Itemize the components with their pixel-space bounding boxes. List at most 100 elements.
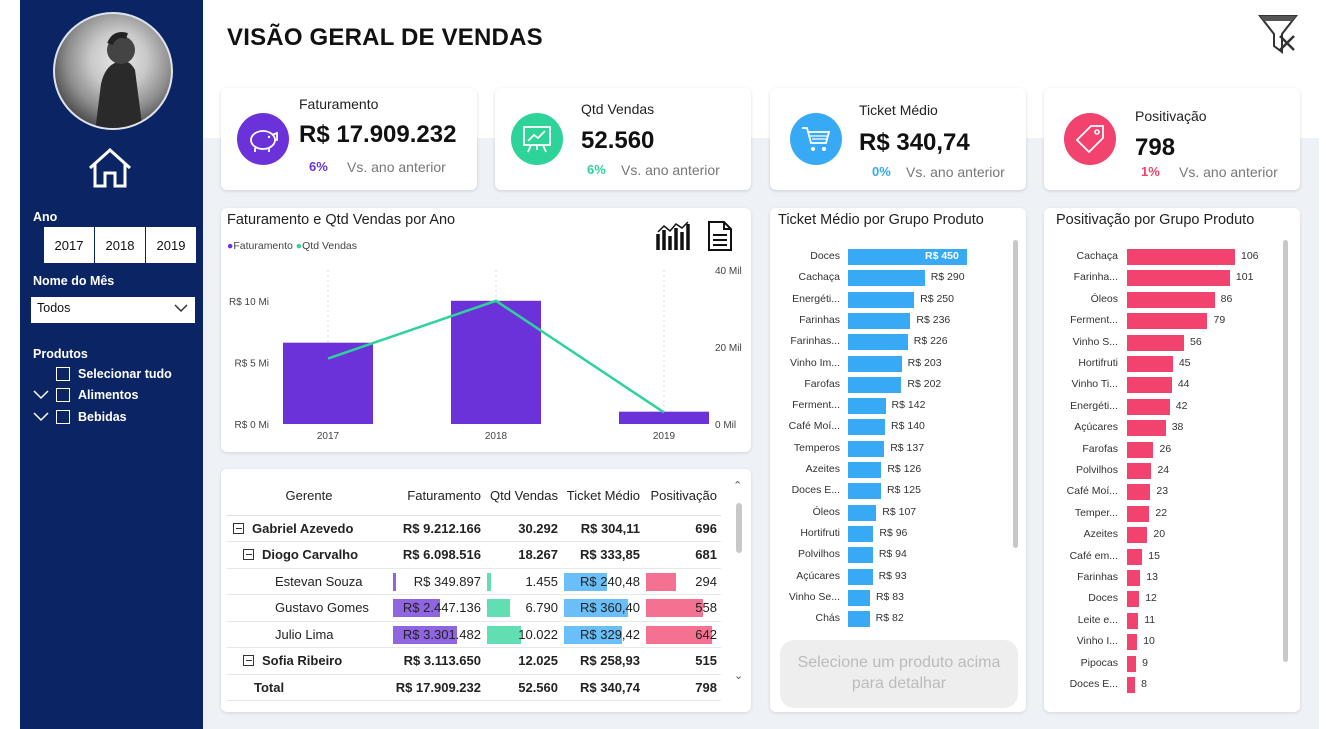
bar[interactable] — [848, 291, 915, 308]
tree-select-all[interactable]: Selecionar tudo — [56, 367, 172, 381]
year-2018-button[interactable]: 2018 — [95, 227, 146, 263]
table-row[interactable]: Sofia Ribeiro R$ 3.113.650 12.025 R$ 258,93… — [227, 647, 721, 675]
bar[interactable] — [1127, 420, 1166, 437]
bar[interactable] — [1127, 612, 1139, 629]
ticket-medio-chart: Ticket Médio por Grupo Produto Doces R$ 4… — [770, 208, 1026, 712]
table-row[interactable]: Diogo Carvalho R$ 6.098.516 18.267 R$ 333,8… — [227, 541, 721, 569]
bar-category-label: Azeites — [805, 463, 840, 475]
bar-category-label: Farinhas — [1077, 571, 1118, 583]
bar[interactable] — [848, 483, 882, 500]
header-ticket-medio[interactable]: Ticket Médio — [562, 477, 644, 516]
bar[interactable] — [1127, 548, 1143, 565]
kpi-label: Qtd Vendas — [581, 101, 655, 117]
bar[interactable] — [1127, 249, 1235, 265]
bar-category-label: Energéti... — [792, 292, 840, 305]
table-scrollbar[interactable] — [736, 503, 742, 553]
bar-value-label: R$ 82 — [875, 612, 904, 625]
bar-category-label: Ferment... — [792, 399, 840, 412]
tree-alimentos[interactable]: Alimentos — [33, 388, 138, 402]
chevron-down-icon[interactable] — [33, 389, 49, 401]
month-value: Todos — [37, 301, 71, 315]
cell-value: R$ 6.098.516 — [402, 547, 481, 563]
bar[interactable] — [1127, 356, 1173, 372]
bar[interactable] — [848, 504, 877, 521]
bar[interactable] — [848, 398, 886, 415]
bar[interactable] — [1127, 591, 1140, 608]
home-icon[interactable] — [86, 146, 134, 190]
bar-value-label: 79 — [1213, 314, 1226, 327]
bar[interactable] — [1127, 527, 1148, 544]
table-row[interactable]: Gabriel Azevedo R$ 9.212.166 30.292 R$ 304,… — [227, 515, 721, 542]
bar[interactable] — [1127, 313, 1208, 330]
bar[interactable] — [848, 376, 902, 393]
year-2019-button[interactable]: 2019 — [146, 227, 197, 263]
bar[interactable] — [1127, 291, 1215, 308]
bar-category-label: Açúcares — [1074, 421, 1118, 434]
scroll-up-icon[interactable]: ⌃ — [733, 479, 742, 492]
bar[interactable] — [1127, 484, 1151, 501]
bar[interactable] — [848, 589, 870, 606]
bar[interactable] — [1127, 463, 1152, 479]
header-positivacao[interactable]: Positivação — [644, 477, 721, 516]
bar[interactable] — [848, 547, 873, 564]
bar[interactable] — [848, 270, 925, 287]
bar[interactable] — [848, 334, 908, 351]
ticket-scrollbar[interactable] — [1013, 240, 1018, 548]
scroll-down-icon[interactable]: ⌄ — [734, 669, 743, 682]
bar[interactable] — [1127, 441, 1154, 458]
data-bar — [646, 572, 677, 591]
bar[interactable] — [848, 355, 902, 372]
tree-bebidas[interactable]: Bebidas — [33, 410, 127, 424]
faturamento-qtd-chart: Faturamento e Qtd Vendas por Ano ●Fatura… — [221, 208, 751, 452]
bar[interactable] — [1127, 377, 1172, 394]
collapse-icon[interactable] — [243, 549, 254, 561]
data-bar — [393, 572, 396, 591]
table-row[interactable]: Total R$ 17.909.232 52.560 R$ 340,74 798 — [227, 674, 721, 701]
bar[interactable] — [848, 611, 870, 628]
checkbox[interactable] — [56, 367, 70, 381]
cell-qtd: 30.292 — [485, 515, 562, 542]
bar[interactable] — [848, 462, 882, 478]
bar[interactable] — [1127, 270, 1230, 287]
bar-faturamento — [451, 300, 541, 424]
bar[interactable] — [1127, 334, 1185, 351]
bar[interactable] — [1127, 677, 1136, 693]
checkbox[interactable] — [56, 410, 70, 424]
bar[interactable] — [1127, 398, 1170, 415]
bar[interactable] — [848, 419, 886, 436]
collapse-icon[interactable] — [243, 655, 254, 667]
bar[interactable] — [1127, 655, 1137, 672]
bar-category-label: Farinha... — [1073, 271, 1118, 284]
bar-category-label: Óleos — [1090, 292, 1118, 305]
bar[interactable] — [848, 525, 874, 542]
bar-value-label: R$ 236 — [916, 313, 951, 326]
positivacao-scrollbar[interactable] — [1283, 240, 1288, 662]
cell-tic: R$ 360,40 — [562, 594, 644, 622]
header-faturamento[interactable]: Faturamento — [391, 477, 485, 516]
bar-value-label: R$ 94 — [878, 548, 907, 561]
kpi-value: 52.560 — [581, 127, 655, 154]
table-row[interactable]: Julio Lima R$ 3.301.482 10.022 R$ 329,42 642 — [227, 621, 721, 648]
positivacao-chart: Positivação por Grupo Produto Cachaça 106… — [1044, 208, 1300, 712]
table-row[interactable]: Estevan Souza R$ 349.897 1.455 R$ 240,48 294 — [227, 568, 721, 595]
bar[interactable] — [848, 568, 873, 585]
bar-value-label: 13 — [1146, 571, 1158, 583]
collapse-icon[interactable] — [233, 522, 244, 534]
bar-category-label: Doces — [1088, 592, 1118, 605]
header-gerente[interactable]: Gerente — [227, 477, 391, 516]
cell-tic: R$ 329,42 — [562, 621, 644, 648]
chevron-down-icon[interactable] — [33, 411, 49, 423]
table-row[interactable]: Gustavo Gomes R$ 2.447.136 6.790 R$ 360,40 5… — [227, 594, 721, 622]
sidebar: Ano 2017 2018 2019 Nome do Mês Todos Pro… — [20, 0, 203, 729]
bar-value-label: R$ 203 — [907, 356, 942, 369]
bar[interactable] — [1127, 505, 1150, 522]
bar[interactable] — [848, 312, 911, 329]
bar[interactable] — [1127, 570, 1141, 586]
clear-filter-icon[interactable] — [1256, 12, 1300, 56]
checkbox[interactable] — [56, 388, 70, 402]
month-dropdown[interactable]: Todos — [31, 297, 195, 323]
year-2017-button[interactable]: 2017 — [44, 227, 95, 263]
header-qtd-vendas[interactable]: Qtd Vendas — [485, 477, 562, 516]
bar[interactable] — [848, 440, 885, 457]
bar[interactable] — [1127, 634, 1138, 651]
